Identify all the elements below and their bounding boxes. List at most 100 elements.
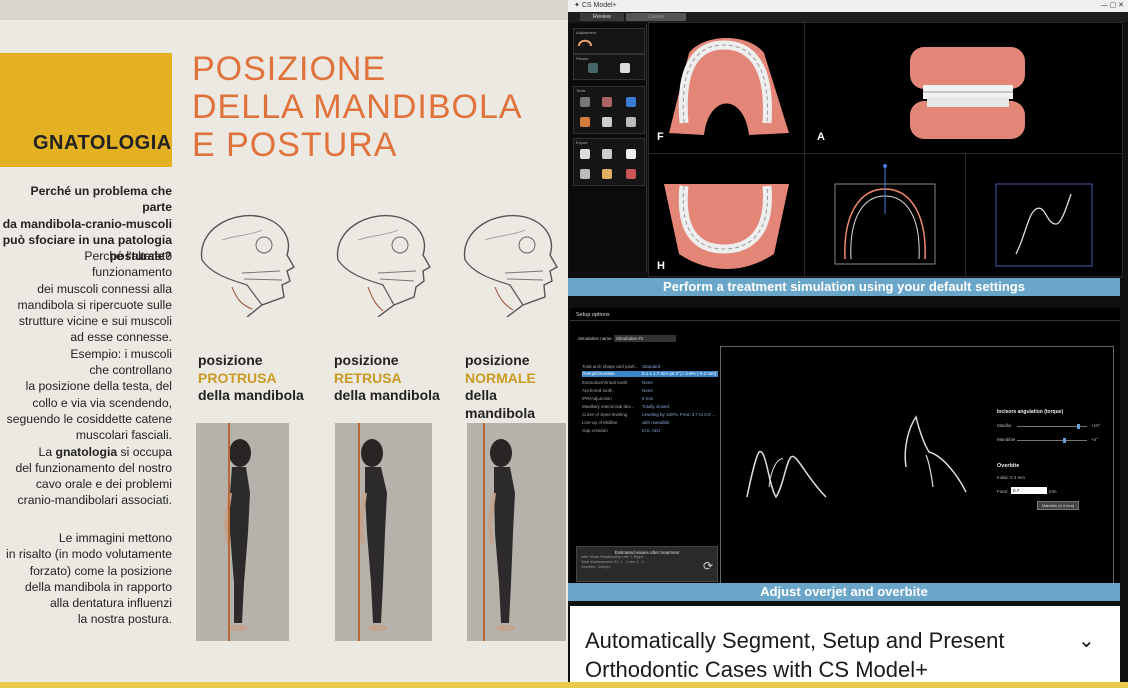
option-row[interactable]: Line-up of Midline with mandible [582, 420, 718, 426]
option-row[interactable]: Maxillary interincisal dev... Totally clo… [582, 404, 718, 410]
text-bold: gnatologia [55, 444, 118, 459]
line-tool-icon[interactable] [602, 117, 612, 127]
maxilla-slider-thumb[interactable] [1077, 424, 1080, 429]
layers-icon[interactable] [602, 169, 612, 179]
plumb-line [228, 423, 230, 641]
bottom-strip [0, 682, 1128, 688]
tab-cases[interactable]: Cases [626, 13, 686, 21]
overbite-final-label: Final: [997, 489, 1009, 494]
upper-arch-model [669, 38, 789, 135]
tools-panel: Tools [573, 86, 645, 134]
measure-icon[interactable] [626, 117, 636, 127]
option-value: Standard [642, 364, 661, 369]
camera-icon[interactable] [602, 149, 612, 159]
setup-title: Setup options [576, 312, 610, 318]
plane-icon[interactable] [620, 63, 630, 73]
text-line: cavo orale e dei problemi [35, 477, 172, 492]
viewport-front[interactable]: A [804, 22, 1123, 154]
maintain-button[interactable]: Maintain (0.4 mm) [1037, 501, 1079, 510]
body-paragraph-1: Perché l'alterato funzionamento dei musc… [2, 248, 172, 509]
tab-review[interactable]: Review [580, 13, 624, 21]
woman-figure [487, 439, 515, 631]
incisor-outlines [746, 415, 967, 499]
export-panel: Export [573, 138, 645, 186]
video-title-area: Automatically Segment, Setup and Present… [570, 606, 1120, 688]
tooth-icon[interactable] [602, 97, 612, 107]
mandible-slider-thumb[interactable] [1063, 438, 1066, 443]
viewport-upper-arch[interactable]: F [648, 22, 805, 154]
mandible-slider-track[interactable] [1017, 440, 1087, 441]
front-model [910, 47, 1025, 139]
option-row[interactable]: Anchored tooth None [582, 388, 718, 394]
planes-panel: Planes [573, 54, 645, 80]
estimated-values-panel: Estimated values after treatment Inter M… [576, 546, 718, 582]
folder-icon[interactable] [626, 149, 636, 159]
divider [570, 320, 1120, 321]
plane-icon[interactable] [588, 63, 598, 73]
text-line: dei muscoli connessi alla [37, 281, 172, 296]
option-key: Overjet/Overbite [582, 371, 615, 376]
option-key: Maxillary interincisal dev... [582, 404, 635, 409]
video-title[interactable]: Automatically Segment, Setup and Present… [585, 626, 1065, 684]
option-row[interactable]: Gap creation ICS, ADJ [582, 428, 718, 434]
option-row[interactable]: Curve of Spee leveling Leveling by 100%, … [582, 412, 718, 418]
text-line: ad esse connesse. [70, 330, 172, 345]
refresh-icon[interactable]: ⟳ [703, 559, 713, 573]
arch-tool-icon[interactable] [580, 117, 590, 127]
arch-icon[interactable] [578, 37, 592, 47]
text-line: collo e via via scendendo, [32, 395, 172, 410]
text-span: La [38, 444, 56, 459]
text-span: si occupa [117, 444, 173, 459]
option-value: None [642, 388, 653, 393]
print-icon[interactable] [580, 169, 590, 179]
posture-photo-normale [467, 423, 566, 641]
text-line: forzato) come la posizione [29, 563, 172, 578]
overjet-render-area[interactable]: Incisors angulation (torque) Maxilla +10… [720, 346, 1114, 584]
text-line: della mandibola in rapporto [24, 579, 172, 594]
text-line: strutture vicine e sui muscoli [18, 314, 172, 329]
body-paragraph-3: Le immagini mettono in risalto (in modo … [2, 530, 172, 628]
report-icon[interactable] [626, 169, 636, 179]
panel-header: Planes [576, 56, 589, 61]
option-row[interactable]: Total arch shape and postl... Standard [582, 364, 718, 370]
document-icon[interactable] [580, 149, 590, 159]
option-key: Line-up of Midline [582, 420, 618, 425]
overbite-final-input[interactable]: 0.7 [1011, 487, 1047, 494]
select-icon[interactable] [626, 97, 636, 107]
setup-options-window: Setup options Simulation name: Simulatio… [570, 308, 1120, 588]
option-row[interactable]: IPR/Adjunction 0 mm [582, 396, 718, 402]
option-row[interactable]: Extraction/Virtual tooth None [582, 380, 718, 386]
position-label-protrusa: posizione PROTRUSA della mandibola [198, 352, 304, 405]
maxilla-label: Maxilla [997, 423, 1012, 428]
panel-header: Adjustment [576, 30, 597, 35]
simulation-name-label: Simulation name: [578, 336, 613, 341]
window-controls[interactable]: — ▢ ✕ [1101, 0, 1124, 12]
option-value: Totally closed [642, 404, 670, 409]
text-line: in risalto (in modo volutamente [6, 547, 172, 562]
position-kind: PROTRUSA [198, 369, 277, 386]
position-label-normale: posizione NORMALE della mandibola [465, 352, 568, 422]
option-value: Leveling by 100%, From 3.7 to 0.0 ... [642, 412, 716, 417]
skull-normale-illustration [463, 215, 558, 317]
mandible-label: Mandible [997, 437, 1016, 442]
teeth-icon[interactable] [580, 97, 590, 107]
text-line: da mandibola-cranio-muscoli [2, 216, 172, 231]
text-line: mandibola si ripercuote sulle [17, 297, 172, 312]
text-line: può sfociare in una patologia [2, 232, 172, 247]
viewport-label: A [817, 131, 825, 143]
simulation-name-input[interactable]: Simulation #1 [614, 335, 676, 342]
option-value: ICS, ADJ [642, 428, 661, 433]
overbite-initial: Initial: 0.4 mm [997, 475, 1026, 480]
arch-outline-graph [834, 164, 936, 265]
tab-bar: Review Cases [568, 12, 1128, 22]
plumb-line [483, 423, 485, 641]
viewport-arch-outline[interactable] [804, 153, 966, 277]
viewport-profile[interactable] [965, 153, 1123, 277]
position-label-retrusa: posizione RETRUSA della mandibola [334, 352, 440, 405]
option-row-selected[interactable]: Overjet/Overbite 0.1 x 1.7 mm (at 0°) / 2… [582, 371, 718, 377]
viewport-lower-arch[interactable]: H [648, 153, 805, 277]
text-line: muscolari fasciali. [75, 428, 172, 443]
text-line: della mandibola [198, 387, 304, 403]
text-line: posizione [465, 352, 530, 368]
chevron-down-icon[interactable]: ⌄ [1078, 628, 1095, 653]
